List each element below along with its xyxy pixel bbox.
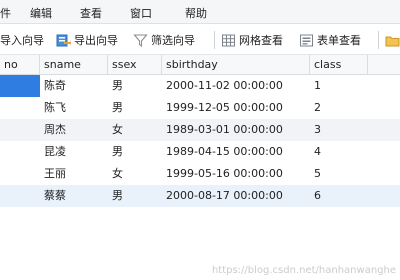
menu-bar: 件 编辑 查看 窗口 帮助	[0, 0, 400, 24]
toolbar-separator	[378, 31, 379, 49]
folder-button[interactable]	[385, 30, 400, 50]
cell-sbirthday[interactable]: 2000-11-02 00:00:00	[162, 75, 310, 97]
table-row[interactable]: 周杰 女 1989-03-01 00:00:00 3	[0, 119, 400, 141]
table-row[interactable]: 蔡蔡 男 2000-08-17 00:00:00 6	[0, 185, 400, 207]
cell-sbirthday[interactable]: 1989-04-15 00:00:00	[162, 141, 310, 163]
cell-no[interactable]	[0, 97, 40, 119]
cell-sbirthday[interactable]: 2000-08-17 00:00:00	[162, 185, 310, 207]
menu-view[interactable]: 查看	[80, 5, 102, 21]
cell-ssex[interactable]: 女	[108, 119, 162, 141]
cell-ssex[interactable]: 男	[108, 75, 162, 97]
cell-class[interactable]: 4	[310, 141, 368, 163]
grid-view-label: 网格查看	[239, 34, 283, 47]
grid-view-button[interactable]: 网格查看	[221, 30, 283, 50]
cell-class[interactable]: 5	[310, 163, 368, 185]
column-header-class[interactable]: class	[310, 55, 368, 75]
export-wizard-button[interactable]: 导出向导	[56, 30, 118, 50]
table-row[interactable]: 陈飞 男 1999-12-05 00:00:00 2	[0, 97, 400, 119]
cell-ssex[interactable]: 女	[108, 163, 162, 185]
cell-ssex[interactable]: 男	[108, 97, 162, 119]
cell-sbirthday[interactable]: 1999-05-16 00:00:00	[162, 163, 310, 185]
cell-sbirthday[interactable]: 1999-12-05 00:00:00	[162, 97, 310, 119]
cell-sname[interactable]: 蔡蔡	[40, 185, 108, 207]
column-header-no[interactable]: no	[0, 55, 40, 75]
table-row[interactable]: 王丽 女 1999-05-16 00:00:00 5	[0, 163, 400, 185]
cell-no[interactable]	[0, 141, 40, 163]
cell-no[interactable]	[0, 75, 40, 97]
cell-ssex[interactable]: 男	[108, 185, 162, 207]
column-header-sbirthday[interactable]: sbirthday	[162, 55, 310, 75]
data-grid: no sname ssex sbirthday class 陈奇 男 2000-…	[0, 55, 400, 280]
folder-icon	[385, 33, 400, 48]
cell-sname[interactable]: 周杰	[40, 119, 108, 141]
cell-no[interactable]	[0, 119, 40, 141]
cell-sname[interactable]: 王丽	[40, 163, 108, 185]
cell-class[interactable]: 2	[310, 97, 368, 119]
cell-class[interactable]: 1	[310, 75, 368, 97]
import-wizard-button[interactable]: 导入向导	[0, 30, 44, 50]
grid-header-row: no sname ssex sbirthday class	[0, 55, 400, 75]
cell-class[interactable]: 3	[310, 119, 368, 141]
menu-file[interactable]: 件	[0, 5, 11, 21]
grid-view-icon	[221, 33, 236, 48]
column-header-ssex[interactable]: ssex	[108, 55, 162, 75]
form-view-button[interactable]: 表单查看	[299, 30, 361, 50]
cell-no[interactable]	[0, 185, 40, 207]
cell-sname[interactable]: 陈奇	[40, 75, 108, 97]
cell-sname[interactable]: 昆凌	[40, 141, 108, 163]
form-view-label: 表单查看	[317, 34, 361, 47]
cell-sbirthday[interactable]: 1989-03-01 00:00:00	[162, 119, 310, 141]
export-wizard-label: 导出向导	[74, 34, 118, 47]
cell-ssex[interactable]: 男	[108, 141, 162, 163]
watermark-text: https://blog.csdn.net/hanhanwanghe	[211, 265, 396, 276]
menu-help[interactable]: 帮助	[185, 5, 207, 21]
filter-funnel-icon	[133, 33, 148, 48]
filter-wizard-label: 筛选向导	[151, 34, 195, 47]
cell-sname[interactable]: 陈飞	[40, 97, 108, 119]
toolbar: 导入向导 导出向导 筛选向导 网格查看 表单查看	[0, 24, 400, 55]
table-row[interactable]: 陈奇 男 2000-11-02 00:00:00 1	[0, 75, 400, 97]
import-wizard-label: 导入向导	[0, 34, 44, 47]
cell-no[interactable]	[0, 163, 40, 185]
cell-class[interactable]: 6	[310, 185, 368, 207]
column-header-sname[interactable]: sname	[40, 55, 108, 75]
table-row[interactable]: 昆凌 男 1989-04-15 00:00:00 4	[0, 141, 400, 163]
export-wizard-icon	[56, 33, 71, 48]
filter-wizard-button[interactable]: 筛选向导	[133, 30, 195, 50]
toolbar-separator	[214, 31, 215, 49]
form-view-icon	[299, 33, 314, 48]
menu-edit[interactable]: 编辑	[30, 5, 52, 21]
menu-window[interactable]: 窗口	[130, 5, 152, 21]
